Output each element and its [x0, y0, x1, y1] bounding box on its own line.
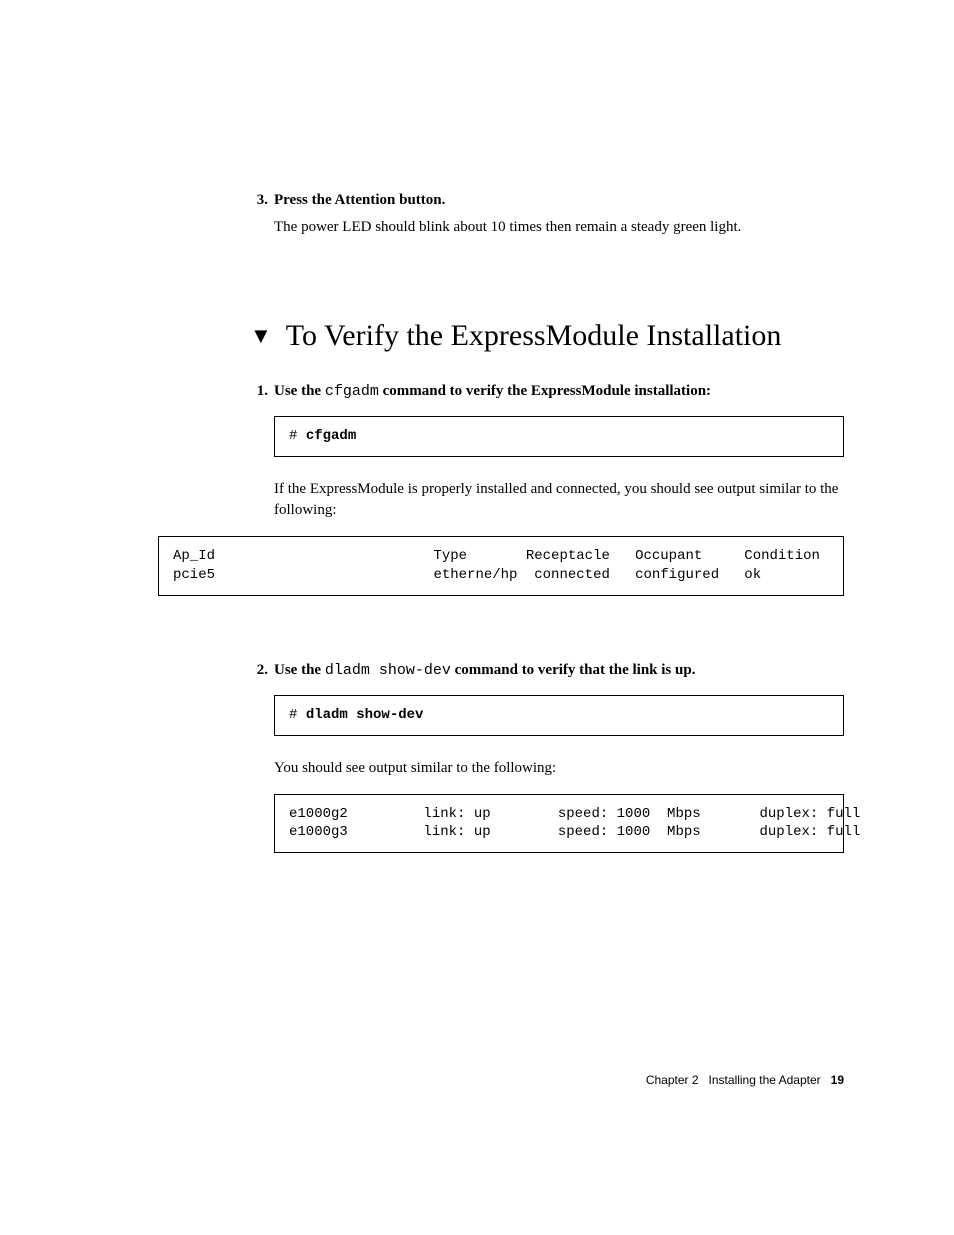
step-1-text: Use the cfgadm command to verify the Exp… [274, 381, 711, 402]
step-2-command-box: # dladm show-dev [274, 695, 844, 736]
section-heading: ▼ To Verify the ExpressModule Installati… [250, 319, 844, 353]
step-2-cmd: dladm show-dev [325, 662, 451, 679]
step-3-body: The power LED should blink about 10 time… [274, 217, 844, 239]
step-2: 2. Use the dladm show-dev command to ver… [150, 660, 844, 681]
step-2-number: 2. [150, 662, 274, 679]
step-1-explain: If the ExpressModule is properly install… [274, 479, 844, 523]
step-3: 3. Press the Attention button. [150, 190, 844, 211]
step-2-text: Use the dladm show-dev command to verify… [274, 660, 695, 681]
step-2-after: command to verify that the link is up. [451, 662, 696, 678]
footer-page-number: 19 [831, 1073, 844, 1087]
step-2-explain: You should see output similar to the fol… [274, 758, 844, 780]
step-2-output-box: e1000g2 link: up speed: 1000 Mbps duplex… [274, 794, 844, 854]
page-footer: Chapter 2 Installing the Adapter 19 [646, 1073, 844, 1087]
step-3-number: 3. [150, 192, 274, 209]
step-3-title: Press the Attention button. [274, 190, 445, 211]
step-1-before: Use the [274, 383, 325, 399]
step-1-after: command to verify the ExpressModule inst… [379, 383, 711, 399]
section-title: To Verify the ExpressModule Installation [286, 319, 782, 353]
prompt: # [289, 707, 306, 723]
triangle-icon: ▼ [250, 325, 272, 347]
step-1-command-box: # cfgadm [274, 416, 844, 457]
prompt: # [289, 428, 306, 444]
step-1: 1. Use the cfgadm command to verify the … [150, 381, 844, 402]
step-1-number: 1. [150, 383, 274, 400]
footer-title: Installing the Adapter [709, 1073, 821, 1087]
step-1-output-box: Ap_Id Type Receptacle Occupant Condition… [158, 536, 844, 596]
command-input: dladm show-dev [306, 707, 424, 723]
step-1-cmd: cfgadm [325, 383, 379, 400]
step-2-before: Use the [274, 662, 325, 678]
command-input: cfgadm [306, 428, 356, 444]
footer-chapter: Chapter 2 [646, 1073, 699, 1087]
